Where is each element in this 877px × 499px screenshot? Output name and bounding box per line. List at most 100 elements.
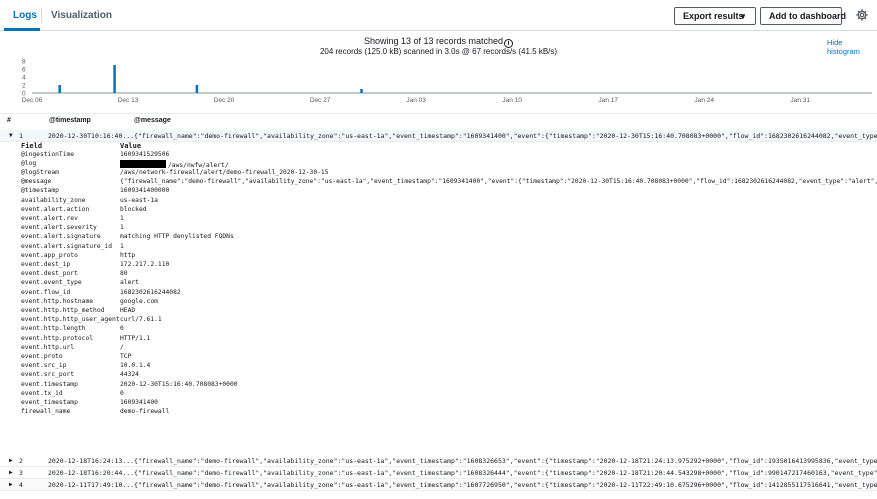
add-to-dashboard-button[interactable]: Add to dashboard: [760, 7, 846, 25]
field-value: 1609341400000: [120, 187, 170, 195]
field-row: event.tx_id 0: [0, 390, 877, 399]
field-row: event.timestamp 2020-12-30T15:16:40.70808…: [0, 381, 877, 390]
field-value: 0: [120, 389, 124, 397]
field-value: us-east-1a: [120, 196, 158, 204]
field-value: 80: [120, 270, 128, 278]
field-name: event.dest_ip: [21, 260, 71, 268]
field-row: event.alert.signature matching HTTP denyl…: [0, 233, 877, 242]
field-name: availability_zone: [21, 196, 86, 204]
row-number: 3: [19, 469, 23, 477]
field-name: event.event_type: [21, 279, 82, 287]
row-message: {"firewall_name":"demo-firewall","availa…: [134, 481, 877, 489]
row-message: {"firewall_name":"demo-firewall","availa…: [134, 457, 877, 465]
field-name: event.alert.action: [21, 205, 90, 213]
histogram-x-tick: Dec 27: [310, 97, 331, 104]
field-value: /: [120, 343, 124, 351]
field-row: availability_zone us-east-1a: [0, 197, 877, 206]
field-value: demo-firewall: [120, 408, 170, 416]
field-name: event.flow_id: [21, 288, 71, 296]
field-row: event.http.http_method HEAD: [0, 307, 877, 316]
field-name: event.tx_id: [21, 389, 63, 397]
column-header-message[interactable]: @message: [134, 117, 171, 124]
log-row[interactable]: ▶ 3 2020-12-18T16:20:44... {"firewall_na…: [0, 467, 877, 479]
column-header-number: #: [7, 117, 11, 124]
field-name: event.http.hostname: [21, 297, 94, 305]
histogram-bar[interactable]: [360, 89, 363, 93]
field-value: matching HTTP denylisted FQDNs: [120, 233, 234, 241]
row-number: 2: [19, 457, 23, 465]
field-row: @message {"firewall_name":"demo-firewall"…: [0, 178, 877, 187]
field-value: HTTP/1.1: [120, 334, 151, 342]
field-row: event.http.length 0: [0, 325, 877, 334]
field-value: 0: [120, 325, 124, 333]
hide-histogram-link[interactable]: Hide histogram: [827, 38, 877, 56]
histogram-bar[interactable]: [195, 85, 199, 93]
field-row: @ingestionTime 1609341529506: [0, 151, 877, 160]
field-value: TCP: [120, 352, 132, 360]
field-name: @ingestionTime: [21, 150, 75, 158]
records-matched-text: Showing 13 of 13 records matched: [363, 36, 504, 46]
log-row[interactable]: ▶ 4 2020-12-11T17:49:10... {"firewall_na…: [0, 479, 877, 491]
field-name: event.alert.signature: [21, 233, 101, 241]
tab-divider: [41, 8, 42, 23]
histogram-bar[interactable]: [113, 65, 116, 93]
field-value: google.com: [120, 297, 158, 305]
field-value: 1: [120, 214, 124, 222]
histogram-x-tick: Jan 24: [695, 97, 715, 104]
log-row-partial[interactable]: [0, 491, 877, 499]
field-row: @timestamp 1609341400000: [0, 187, 877, 196]
field-row: firewall_name demo-firewall: [0, 408, 877, 417]
histogram-x-tick: Dec 20: [214, 97, 235, 104]
field-name: event.http.protocol: [21, 334, 94, 342]
field-name: firewall_name: [21, 408, 71, 416]
field-row: event.alert.action blocked: [0, 206, 877, 215]
export-results-button[interactable]: Export results ▼: [674, 7, 756, 25]
row-timestamp: 2020-12-11T17:49:10...: [48, 481, 135, 489]
tab-visualization[interactable]: Visualization: [51, 0, 112, 31]
histogram-x-tick: Dec 13: [118, 97, 139, 104]
expand-arrow-icon[interactable]: ▶: [9, 457, 13, 464]
field-value: alert: [120, 279, 139, 287]
field-name: event.http.http_method: [21, 306, 105, 314]
gear-icon[interactable]: [856, 9, 868, 21]
field-name: event.alert.signature_id: [21, 242, 112, 250]
field-value: 1609341529506: [120, 150, 170, 158]
log-row[interactable]: ▶ 2 2020-12-18T16:24:13... {"firewall_na…: [0, 455, 877, 467]
field-row: event.app_proto http: [0, 252, 877, 261]
field-value: 1682302616244082: [120, 288, 181, 296]
field-row: event.src_port 44324: [0, 371, 877, 380]
field-name: event.proto: [21, 352, 63, 360]
histogram-bar[interactable]: [58, 85, 61, 93]
row-timestamp: 2020-12-18T16:24:13...: [48, 457, 135, 465]
field-name: event_timestamp: [21, 398, 78, 406]
row-timestamp: 2020-12-18T16:20:44...: [48, 469, 135, 477]
field-value: {"firewall_name":"demo-firewall","availa…: [120, 178, 877, 186]
row-number: 1: [19, 132, 23, 140]
histogram-y-tick: 2: [22, 83, 26, 90]
expand-arrow-icon[interactable]: ▶: [9, 469, 13, 476]
column-header-timestamp[interactable]: @timestamp: [49, 117, 91, 124]
collapse-arrow-icon[interactable]: ▼: [9, 132, 13, 139]
field-row: @logStream/aws/network-firewall/alert/de…: [0, 169, 877, 178]
field-name: @timestamp: [21, 187, 59, 195]
field-value: /aws/nwfw/alert/: [120, 159, 229, 169]
field-row: event.src_ip 10.0.1.4: [0, 362, 877, 371]
field-name: event.app_proto: [21, 251, 78, 259]
histogram-y-tick: 4: [22, 75, 26, 82]
field-row: event.proto TCP: [0, 353, 877, 362]
histogram-x-tick: Jan 10: [502, 97, 522, 104]
export-results-label: Export results: [683, 11, 744, 21]
log-row-expanded[interactable]: ▼ 1 2020-12-30T10:16:40... {"firewall_na…: [0, 130, 877, 142]
row-message: {"firewall_name":"demo-firewall","availa…: [134, 132, 877, 140]
field-value: 2020-12-30T15:16:40.708083+0000: [120, 380, 238, 388]
field-row: event.flow_id 1682302616244082: [0, 289, 877, 298]
tab-logs[interactable]: Logs: [13, 0, 37, 31]
field-row: event.dest_ip 172.217.2.110: [0, 261, 877, 270]
field-value: 1: [120, 224, 124, 232]
row-number: 4: [19, 481, 23, 489]
field-row: event.alert.signature_id 1: [0, 243, 877, 252]
expand-arrow-icon[interactable]: ▶: [9, 481, 13, 488]
histogram-x-tick: Dec 06: [22, 97, 43, 104]
field-name: event.dest_port: [21, 270, 78, 278]
row-message: {"firewall_name":"demo-firewall","availa…: [134, 469, 877, 477]
